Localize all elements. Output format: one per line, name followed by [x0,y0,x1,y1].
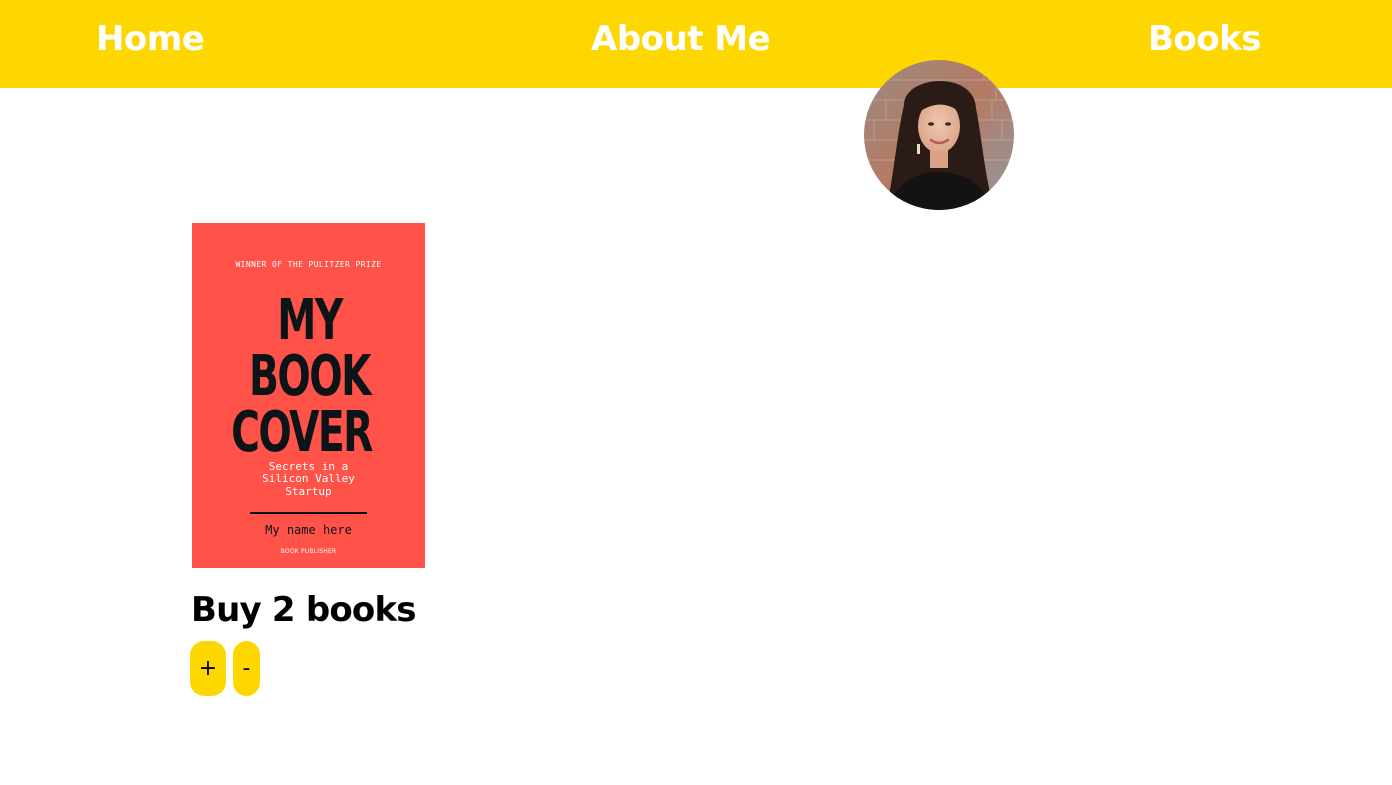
profile-photo-icon [864,60,1014,210]
decrement-button[interactable]: - [233,641,260,696]
nav-home-link[interactable]: Home [96,17,205,61]
cover-subtitle-line: Silicon Valley [262,472,355,485]
nav-about-me-link[interactable]: About Me [591,17,771,61]
buy-count-heading: Buy 2 books [191,590,417,630]
cover-title-line: COVER [231,400,373,465]
top-nav: Home About Me Books [0,0,1392,88]
cover-subtitle-line: Startup [285,485,332,498]
cover-publisher-text: BOOK PUBLISHER [280,548,337,555]
cover-award-text: WINNER OF THE PULITZER PRIZE [235,260,382,269]
nav-books-link[interactable]: Books [1148,17,1261,61]
cover-divider [250,512,367,514]
cover-title-line: BOOK [249,344,372,409]
cover-author-text: My name here [265,523,352,537]
book-cover-image: WINNER OF THE PULITZER PRIZE MY BOOK COV… [192,223,425,568]
avatar [864,60,1014,210]
increment-button[interactable]: + [190,641,226,696]
cover-title-line: MY [277,288,343,353]
